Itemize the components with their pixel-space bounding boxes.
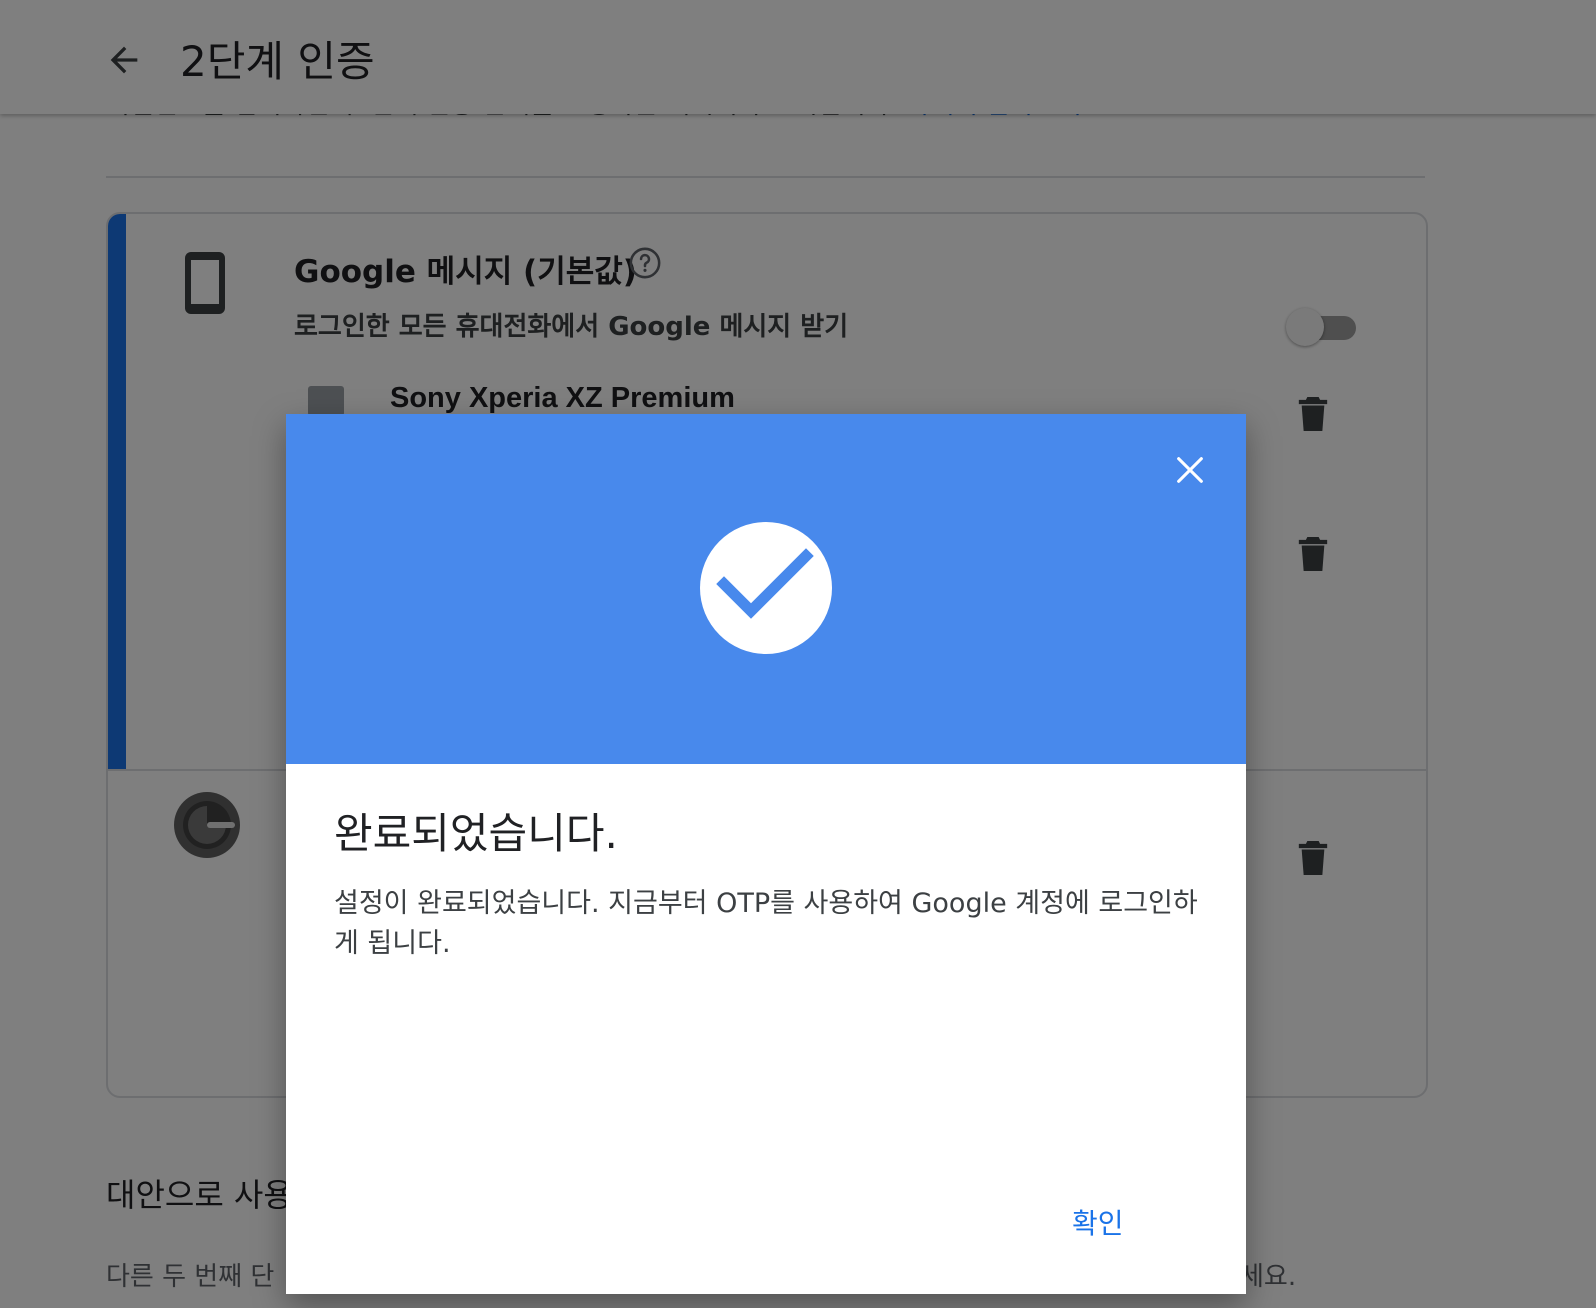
confirm-button[interactable]: 확인 xyxy=(1056,1194,1140,1250)
dialog-title: 완료되었습니다. xyxy=(334,809,618,858)
close-button[interactable] xyxy=(1166,446,1214,494)
close-icon xyxy=(1177,457,1203,483)
check-circle-icon xyxy=(700,522,832,654)
dialog-body: 설정이 완료되었습니다. 지금부터 OTP를 사용하여 Google 계정에 로… xyxy=(334,888,1198,959)
dialog-hero xyxy=(286,414,1246,764)
completion-dialog: 완료되었습니다. 설정이 완료되었습니다. 지금부터 OTP를 사용하여 Goo… xyxy=(286,414,1246,1294)
page: 2단계 인증 비밀번호를 입력하면 두 번째 인증 단계를 요청하는 메시지가 … xyxy=(0,0,1596,1308)
